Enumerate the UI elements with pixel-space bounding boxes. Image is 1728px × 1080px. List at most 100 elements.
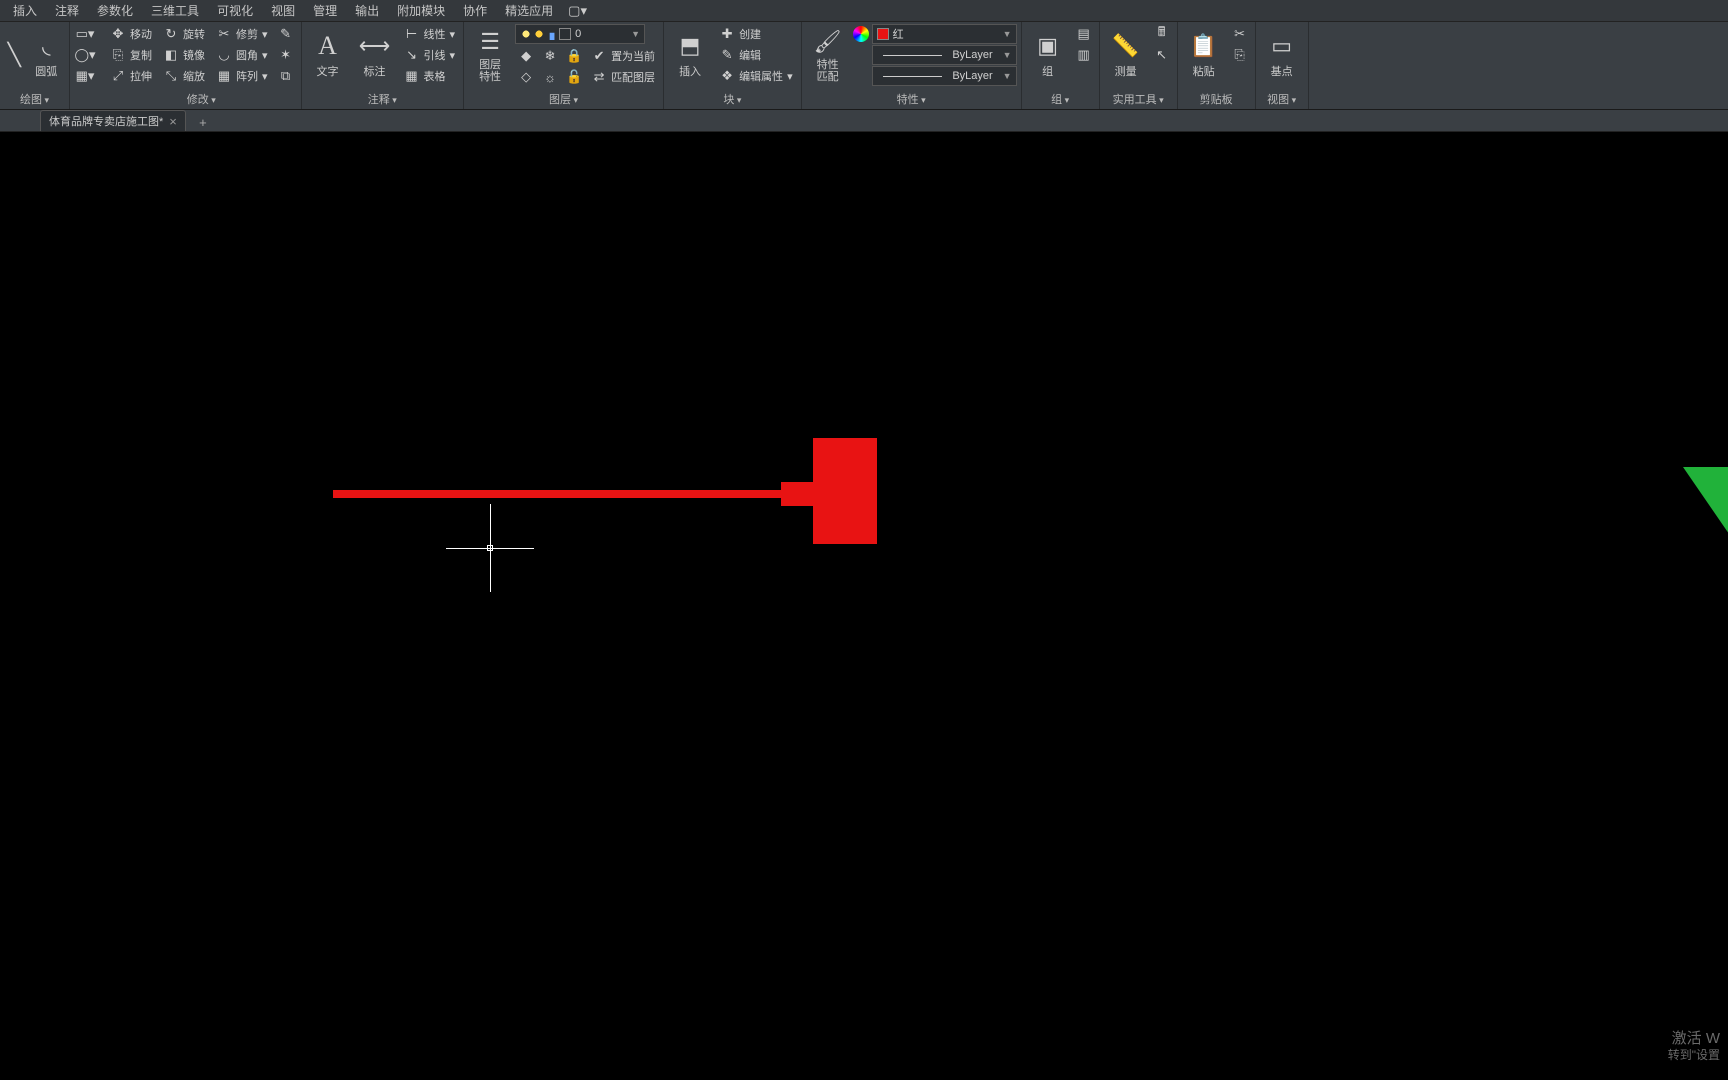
panel-utilities-title[interactable]: 实用工具 — [1104, 90, 1173, 109]
panel-annotation-title[interactable]: 注释 — [306, 90, 460, 109]
explode-button[interactable]: ✶ — [275, 45, 297, 65]
linear-button[interactable]: ⊢线性 ▾ — [400, 24, 460, 44]
panel-modify-title[interactable]: 修改 — [106, 90, 297, 109]
drawing-green-triangle — [1683, 467, 1728, 547]
menu-parametric[interactable]: 参数化 — [88, 0, 142, 21]
watermark-line1: 激活 W — [1668, 1029, 1720, 1049]
hatch-button[interactable]: ▦▾ — [74, 66, 96, 86]
ungroup-button[interactable]: ▤ — [1073, 24, 1095, 44]
text-button[interactable]: A 文字 — [306, 24, 350, 86]
block-create-button[interactable]: ✚创建 — [715, 24, 797, 44]
fillet-button[interactable]: ◡圆角 ▾ — [212, 45, 272, 65]
table-button[interactable]: ▦表格 — [400, 66, 460, 86]
layer-dropdown[interactable]: 0 ▼ — [515, 24, 645, 44]
bulb-icon — [520, 28, 532, 40]
menu-visualize[interactable]: 可视化 — [208, 0, 262, 21]
menu-manage[interactable]: 管理 — [304, 0, 346, 21]
copy-clip-button[interactable]: ⎘ — [1229, 45, 1251, 65]
paste-button[interactable]: 📋 粘贴 — [1182, 24, 1226, 86]
layer-lock-button[interactable]: 🔒 — [563, 46, 585, 66]
document-tab-label: 体育品牌专卖店施工图* — [49, 113, 163, 129]
panel-draw-title[interactable]: 绘图 — [4, 90, 65, 109]
menu-output[interactable]: 输出 — [346, 0, 388, 21]
copy-icon: ⎘ — [110, 47, 126, 63]
rectangle-button[interactable]: ▭▾ — [74, 24, 96, 44]
panel-annotation: A 文字 ⟷ 标注 ⊢线性 ▾ ↘引线 ▾ ▦表格 注释 — [302, 22, 465, 109]
panel-block: ⬒ 插入 ✚创建 ✎编辑 ❖编辑属性 ▾ 块 — [664, 22, 802, 109]
block-edit-button[interactable]: ✎编辑 — [715, 45, 797, 65]
layer-properties-button[interactable]: ☰ 图层 特性 — [468, 24, 512, 86]
group-button[interactable]: ▣ 组 — [1026, 24, 1070, 86]
array-button[interactable]: ▦阵列 ▾ — [212, 66, 272, 86]
panel-clipboard-title: 剪贴板 — [1182, 90, 1251, 109]
menu-featured[interactable]: 精选应用 — [496, 0, 562, 21]
measure-button[interactable]: 📏 测量 — [1104, 24, 1148, 86]
linetype-dropdown[interactable]: ByLayer ▼ — [872, 66, 1017, 86]
cut-button[interactable]: ✂ — [1229, 24, 1251, 44]
layer-thaw-button[interactable]: ☼ — [539, 67, 561, 87]
drawing-red-line — [333, 490, 781, 498]
panel-properties-title[interactable]: 特性 — [806, 90, 1017, 109]
trim-button[interactable]: ✂修剪 ▾ — [212, 24, 272, 44]
calc-button[interactable]: 🖩 — [1151, 24, 1173, 44]
menu-annotate[interactable]: 注释 — [46, 0, 88, 21]
match-layer-button[interactable]: ⇄匹配图层 — [587, 67, 659, 87]
erase-button[interactable]: ✎ — [275, 24, 297, 44]
layer-off-button[interactable]: ◇ — [515, 67, 537, 87]
menu-addins[interactable]: 附加模块 — [388, 0, 454, 21]
lineweight-dropdown[interactable]: ByLayer ▼ — [872, 45, 1017, 65]
menu-3dtools[interactable]: 三维工具 — [142, 0, 208, 21]
circle-button[interactable]: ◯▾ — [74, 45, 96, 65]
layer-unlock-button[interactable]: 🔓 — [563, 67, 585, 87]
leader-button[interactable]: ↘引线 ▾ — [400, 45, 460, 65]
color-wheel-button[interactable] — [853, 26, 869, 42]
line-button[interactable]: ╲ — [4, 24, 24, 86]
panel-properties: 🖌 特性 匹配 红 ▼ ByLayer ▼ ByLa — [802, 22, 1022, 109]
menu-insert[interactable]: 插入 — [4, 0, 46, 21]
block-editattr-button[interactable]: ❖编辑属性 ▾ — [715, 66, 797, 86]
select-button[interactable]: ↖ — [1151, 45, 1173, 65]
color-swatch-icon — [877, 28, 889, 40]
lock-icon — [546, 28, 558, 40]
stretch-button[interactable]: ⤢拉伸 — [106, 66, 156, 86]
drawing-canvas[interactable]: 激活 W 转到"设置 — [0, 132, 1728, 1080]
group-edit-button[interactable]: ▥ — [1073, 45, 1095, 65]
move-button[interactable]: ✥移动 — [106, 24, 156, 44]
ribbon: ╲ ◟ 圆弧 绘图 ▭▾ ◯▾ ▦▾ ✥移动 ⎘复制 ⤢拉伸 — [0, 22, 1728, 110]
panel-view: ▭ 基点 视图 — [1256, 22, 1309, 109]
trim-icon: ✂ — [216, 26, 232, 42]
insert-icon: ⬒ — [680, 31, 701, 61]
dimension-button[interactable]: ⟷ 标注 — [353, 24, 397, 86]
move-icon: ✥ — [110, 26, 126, 42]
rotate-button[interactable]: ↻旋转 — [159, 24, 209, 44]
panel-layer-title[interactable]: 图层 — [468, 90, 659, 109]
layer-freeze-button[interactable]: ❄ — [539, 46, 561, 66]
panel-view-title[interactable]: 视图 — [1260, 90, 1304, 109]
match-properties-button[interactable]: 🖌 特性 匹配 — [806, 24, 850, 86]
menu-view[interactable]: 视图 — [262, 0, 304, 21]
document-tab[interactable]: 体育品牌专卖店施工图* × — [40, 110, 186, 131]
linetype-value: ByLayer — [952, 70, 992, 82]
dimension-icon: ⟷ — [359, 31, 391, 61]
offset-button[interactable]: ⧉ — [275, 66, 297, 86]
layer-current-name: 0 — [575, 28, 581, 40]
scale-button[interactable]: ⤡缩放 — [159, 66, 209, 86]
panel-block-title[interactable]: 块 — [668, 90, 797, 109]
new-tab-button[interactable]: + — [194, 113, 212, 131]
camera-icon[interactable]: ▢▾ — [568, 3, 587, 19]
layer-iso-button[interactable]: ◆ — [515, 46, 537, 66]
line-icon: ╲ — [8, 40, 21, 70]
match-props-icon: 🖌 — [814, 27, 842, 57]
array-icon: ▦ — [216, 68, 232, 84]
arc-button[interactable]: ◟ 圆弧 — [27, 24, 65, 86]
insert-block-button[interactable]: ⬒ 插入 — [668, 24, 712, 86]
color-dropdown[interactable]: 红 ▼ — [872, 24, 1017, 44]
panel-group-title[interactable]: 组 — [1026, 90, 1095, 109]
menu-collab[interactable]: 协作 — [454, 0, 496, 21]
make-current-button[interactable]: ✔置为当前 — [587, 46, 659, 66]
mirror-button[interactable]: ◧镜像 — [159, 45, 209, 65]
stretch-icon: ⤢ — [110, 68, 126, 84]
copy-button[interactable]: ⎘复制 — [106, 45, 156, 65]
basepoint-button[interactable]: ▭ 基点 — [1260, 24, 1304, 86]
close-icon[interactable]: × — [169, 114, 177, 129]
